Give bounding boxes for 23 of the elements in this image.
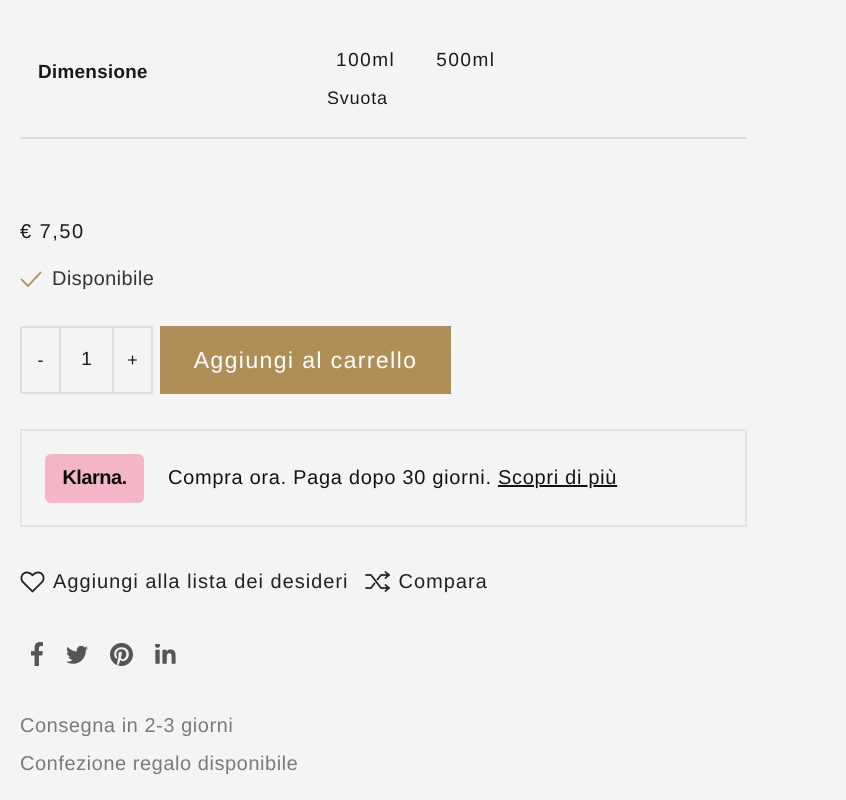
size-option[interactable]: 500ml <box>436 48 496 74</box>
increment-button[interactable]: + <box>112 326 153 394</box>
reset-link[interactable]: Svuota <box>327 85 388 111</box>
size-option[interactable]: 100ml <box>336 48 396 74</box>
linkedin-icon[interactable] <box>155 644 176 664</box>
check-icon <box>20 271 42 287</box>
attribute-label: Dimensione <box>37 61 148 85</box>
heart-icon <box>20 571 45 593</box>
shuffle-icon <box>364 571 390 593</box>
quantity-field[interactable]: 1 <box>61 326 112 394</box>
decrement-button[interactable]: - <box>20 326 61 394</box>
wishlist-button[interactable]: Aggiungi alla lista dei desideri <box>20 569 348 595</box>
pinterest-icon[interactable] <box>110 642 133 666</box>
availability-label: Disponibile <box>52 267 154 292</box>
klarna-message: Compra ora. Paga dopo 30 giorni. Scopri di più <box>168 466 618 491</box>
klarna-logo: Klarna. <box>45 454 144 502</box>
price: € 7,50 <box>20 220 85 245</box>
compare-button[interactable]: Compara <box>364 569 488 595</box>
facebook-icon[interactable] <box>30 642 44 666</box>
twitter-icon[interactable] <box>66 644 88 664</box>
delivery-note: Consegna in 2-3 giorni <box>20 714 234 739</box>
learn-more-link[interactable]: Scopri di più <box>498 467 618 489</box>
delivery-note: Confezione regalo disponibile <box>20 752 298 777</box>
